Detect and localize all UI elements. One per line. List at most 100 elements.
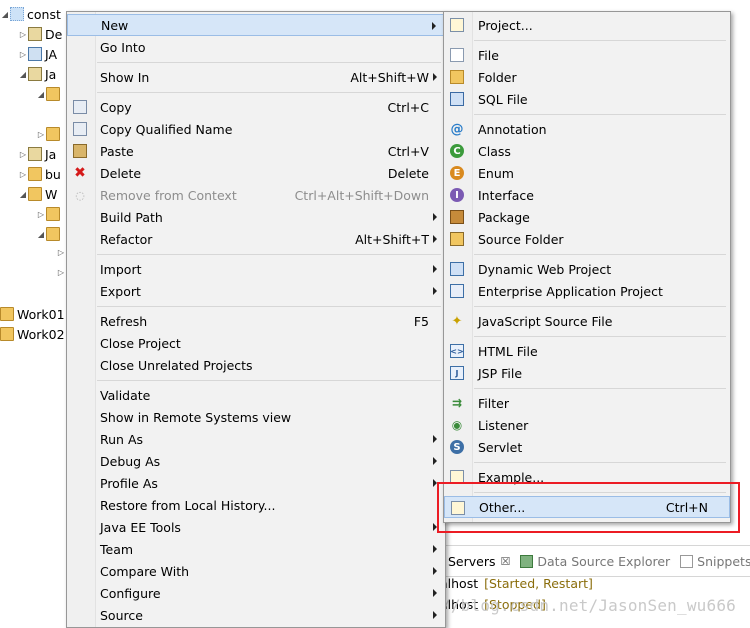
menu-item-label: Import [100, 261, 142, 277]
tree-item[interactable]: ▷ [36, 124, 63, 144]
menu-item-html-file[interactable]: <> HTML File [444, 340, 730, 362]
project-work01[interactable]: Work01 [0, 304, 65, 324]
expand-arrow-icon[interactable]: ▷ [18, 50, 28, 59]
submenu-arrow-icon [433, 457, 437, 465]
tree-item[interactable]: ▷ Ja [18, 144, 56, 164]
tree-item[interactable]: ◢ W [18, 184, 57, 204]
menu-item-delete[interactable]: ✖ Delete Delete [67, 162, 445, 184]
menu-item-go-into[interactable]: Go Into [67, 36, 445, 58]
menu-item-new[interactable]: New [67, 14, 445, 36]
menu-item-example[interactable]: Example... [444, 466, 730, 488]
tree-root-row[interactable]: ◢ const [0, 4, 61, 24]
menu-item-class[interactable]: C Class [444, 140, 730, 162]
menu-item-label: Paste [100, 143, 134, 159]
menu-item-copy-qualified-name[interactable]: Copy Qualified Name [67, 118, 445, 140]
tree-item[interactable]: ◢ [36, 84, 63, 104]
tree-item[interactable]: ▷ [36, 204, 63, 224]
new-submenu: Project... File Folder SQL File @ Annotation C… [443, 11, 731, 523]
menu-item-source[interactable]: Source [67, 604, 445, 626]
tree-item[interactable]: ▷ JA [18, 44, 57, 64]
menu-item-javascript-source-file[interactable]: ✦ JavaScript Source File [444, 310, 730, 332]
servers-view: Servers ☒ Data Source Explorer Snippets … [440, 545, 750, 628]
menu-item-annotation[interactable]: @ Annotation [444, 118, 730, 140]
project-explorer: ◢ const ▷ De ▷ JA ◢ Ja ◢ ▷ ▷ Ja ▷ bu ◢ W ▷ ◢ ▷ ▷ Work01 W… [0, 0, 70, 628]
tree-item[interactable]: ▷ bu [18, 164, 61, 184]
servlet-icon: S [450, 440, 464, 454]
menu-item-label: Folder [478, 69, 517, 85]
collapse-arrow-icon[interactable]: ◢ [18, 70, 28, 79]
menu-item-close-unrelated-projects[interactable]: Close Unrelated Projects [67, 354, 445, 376]
menu-item-listener[interactable]: ◉ Listener [444, 414, 730, 436]
menu-item-run-as[interactable]: Run As [67, 428, 445, 450]
menu-item-show-in-remote-systems-view[interactable]: Show in Remote Systems view [67, 406, 445, 428]
menu-item-filter[interactable]: ⇉ Filter [444, 392, 730, 414]
expand-arrow-icon[interactable]: ▷ [36, 210, 46, 219]
menu-item-enum[interactable]: E Enum [444, 162, 730, 184]
expand-arrow-icon[interactable]: ▷ [18, 150, 28, 159]
new-folder-icon [450, 70, 464, 84]
menu-item-jsp-file[interactable]: J JSP File [444, 362, 730, 384]
delete-icon: ✖ [74, 165, 86, 181]
menu-item-paste[interactable]: Paste Ctrl+V [67, 140, 445, 162]
menu-item-close-project[interactable]: Close Project [67, 332, 445, 354]
menu-item-shortcut: Delete [387, 165, 429, 181]
menu-item-servlet[interactable]: S Servlet [444, 436, 730, 458]
dynamic-web-project-icon [450, 262, 464, 276]
menu-item-refactor[interactable]: Refactor Alt+Shift+T [67, 228, 445, 250]
collapse-arrow-icon[interactable]: ◢ [36, 90, 46, 99]
server-row[interactable]: alhost [Started, Restart] [440, 574, 593, 592]
menu-item-interface[interactable]: I Interface [444, 184, 730, 206]
tab-servers[interactable]: Servers ☒ [448, 554, 510, 569]
expand-arrow-icon[interactable]: ▷ [56, 268, 66, 277]
tree-item-label: JA [45, 46, 58, 62]
collapse-arrow-icon[interactable]: ◢ [36, 230, 46, 239]
expand-arrow-icon[interactable]: ▷ [56, 248, 66, 257]
expand-arrow-icon[interactable]: ▷ [36, 130, 46, 139]
menu-item-package[interactable]: Package [444, 206, 730, 228]
menu-item-dynamic-web-project[interactable]: Dynamic Web Project [444, 258, 730, 280]
menu-item-other[interactable]: Other... Ctrl+N [444, 496, 730, 518]
menu-item-import[interactable]: Import [67, 258, 445, 280]
folder-icon [46, 127, 60, 141]
submenu-arrow-icon [433, 567, 437, 575]
menu-item-build-path[interactable]: Build Path [67, 206, 445, 228]
menu-item-configure[interactable]: Configure [67, 582, 445, 604]
tab-data-source-explorer[interactable]: Data Source Explorer [520, 554, 670, 569]
menu-item-project[interactable]: Project... [444, 14, 730, 36]
menu-item-label: Refactor [100, 231, 153, 247]
menu-item-restore-from-local-history[interactable]: Restore from Local History... [67, 494, 445, 516]
class-icon: C [450, 144, 464, 158]
expand-arrow-icon[interactable]: ▷ [18, 170, 28, 179]
menu-item-java-ee-tools[interactable]: Java EE Tools [67, 516, 445, 538]
close-icon[interactable]: ☒ [501, 555, 511, 568]
expand-arrow-icon[interactable]: ▷ [18, 30, 28, 39]
menu-item-refresh[interactable]: Refresh F5 [67, 310, 445, 332]
menu-item-folder[interactable]: Folder [444, 66, 730, 88]
menu-item-export[interactable]: Export [67, 280, 445, 302]
menu-item-copy[interactable]: Copy Ctrl+C [67, 96, 445, 118]
menu-item-show-in[interactable]: Show In Alt+Shift+W [67, 66, 445, 88]
tab-snippets[interactable]: Snippets [680, 554, 750, 569]
menu-item-label: Compare With [100, 563, 190, 579]
menu-item-validate[interactable]: Validate [67, 384, 445, 406]
menu-item-sql-file[interactable]: SQL File [444, 88, 730, 110]
tree-item[interactable]: ▷ De [18, 24, 62, 44]
menu-item-shortcut: Ctrl+V [387, 143, 429, 159]
menu-item-enterprise-application-project[interactable]: Enterprise Application Project [444, 280, 730, 302]
menu-item-team[interactable]: Team [67, 538, 445, 560]
menu-item-label: Annotation [478, 121, 547, 137]
collapse-arrow-icon[interactable]: ◢ [18, 190, 28, 199]
menu-item-debug-as[interactable]: Debug As [67, 450, 445, 472]
html-file-icon: <> [450, 344, 464, 358]
project-work02[interactable]: Work02 [0, 324, 65, 344]
tree-item[interactable]: ◢ Ja [18, 64, 56, 84]
menu-item-file[interactable]: File [444, 44, 730, 66]
expand-arrow-icon[interactable]: ◢ [0, 10, 10, 19]
menu-item-source-folder[interactable]: Source Folder [444, 228, 730, 250]
remove-context-icon: ◌ [75, 188, 85, 202]
tree-item[interactable]: ◢ [36, 224, 63, 244]
menu-item-profile-as[interactable]: Profile As [67, 472, 445, 494]
menu-item-compare-with[interactable]: Compare With [67, 560, 445, 582]
menu-item-shortcut: Alt+Shift+W [350, 69, 429, 85]
menu-item-label: Example... [478, 469, 545, 485]
